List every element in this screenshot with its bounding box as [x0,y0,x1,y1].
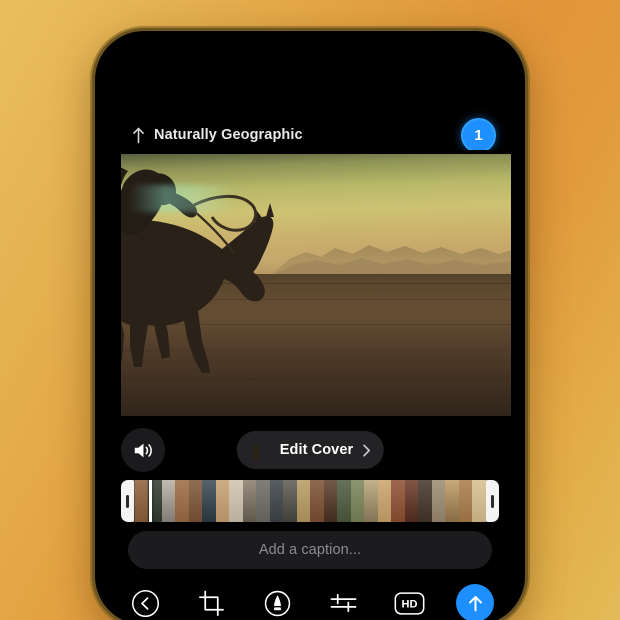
edit-cover-button[interactable]: Edit Cover [236,431,384,469]
page-title: Naturally Geographic [154,127,303,143]
arrow-up-icon [465,593,486,614]
timeline-frame [256,480,270,522]
timeline-frame [418,480,432,522]
timeline-frame [161,480,175,522]
mute-toggle-button[interactable] [121,428,165,472]
timeline-frame [188,480,202,522]
timeline-frame [175,480,189,522]
trim-handle-right[interactable] [486,480,499,522]
letterbox-bottom [121,416,511,420]
badge-count: 1 [474,126,483,144]
timeline-frame [431,480,445,522]
timeline-frame [283,480,297,522]
status-badge[interactable]: 1 [461,117,496,153]
arrow-up-icon [132,127,145,144]
speaker-wave-icon [132,441,154,460]
send-button[interactable] [456,584,494,620]
crop-icon [198,590,225,617]
caption-input[interactable]: Add a caption... [128,531,492,569]
lens-flare [128,185,235,213]
timeline-frame [472,480,486,522]
caption-placeholder: Add a caption... [258,542,362,558]
edit-cover-label: Edit Cover [279,442,354,458]
timeline-frame [364,480,378,522]
timeline-frame [215,480,229,522]
hd-icon: HD [394,591,425,615]
timeline-frame [458,480,472,522]
cover-controls-row: Edit Cover [121,426,499,474]
timeline-frame [134,480,148,522]
chevron-left-circle-icon [131,589,160,618]
phone-screen: Naturally Geographic 1 Edit Cover Add a … [98,34,522,620]
timeline-frames [121,480,499,522]
timeline-frame [296,480,310,522]
timeline-frame [269,480,283,522]
video-preview[interactable] [121,150,511,420]
markup-button[interactable] [258,584,296,620]
timeline-frame [337,480,351,522]
chevron-right-icon [362,443,370,457]
timeline-frame [404,480,418,522]
timeline-frame [377,480,391,522]
trim-handle-left[interactable] [121,480,134,522]
back-button[interactable] [126,584,164,620]
timeline-frame [229,480,243,522]
timeline-frame [202,480,216,522]
svg-text:HD: HD [401,598,417,610]
cover-thumbnail [242,436,271,465]
letterbox-top [121,150,511,154]
video-timeline[interactable] [121,480,499,522]
timeline-frame [445,480,459,522]
header-destination[interactable]: Naturally Geographic [132,127,461,144]
timeline-frame [242,480,256,522]
phone-device: Naturally Geographic 1 Edit Cover Add a … [92,28,528,620]
crop-button[interactable] [192,584,230,620]
timeline-frame [323,480,337,522]
sliders-icon [330,591,357,615]
timeline-frame [350,480,364,522]
quality-button[interactable]: HD [390,584,428,620]
markup-pen-circle-icon [264,590,291,617]
playhead-marker[interactable] [149,480,152,522]
timeline-frame [310,480,324,522]
timeline-frame [391,480,405,522]
adjust-button[interactable] [324,584,362,620]
bottom-toolbar: HD [114,580,506,620]
